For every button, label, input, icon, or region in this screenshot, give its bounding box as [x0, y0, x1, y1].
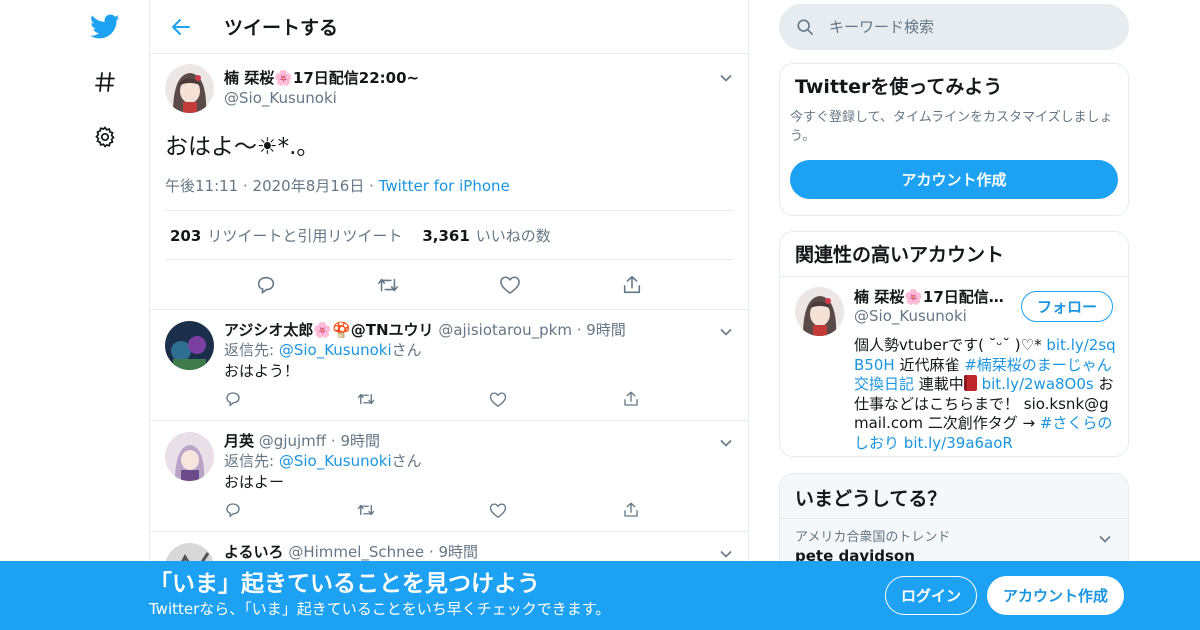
related-bio: 個人勢vtuberです( ˘ᵕ˘ )♡* bit.ly/2sqB50H 近代麻雀…	[854, 336, 1116, 452]
related-handle[interactable]: @Sio_Kusunoki	[854, 307, 1014, 326]
like-icon[interactable]	[489, 501, 507, 519]
bio-link[interactable]: bit.ly/2wa8O0s	[982, 375, 1094, 393]
share-icon[interactable]	[622, 390, 640, 408]
signup-banner: 「いま」起きていることを見つけよう Twitterなら、「いま」起きていることを…	[0, 561, 1200, 630]
chevron-down-icon[interactable]	[719, 324, 733, 338]
chevron-down-icon[interactable]	[1098, 531, 1112, 545]
reply-to-link[interactable]: @Sio_Kusunoki	[279, 341, 392, 359]
search-icon	[795, 17, 815, 37]
reply-icon[interactable]	[255, 274, 277, 296]
reply-icon[interactable]	[224, 390, 242, 408]
reply-time[interactable]: 9時間	[340, 432, 380, 450]
search-input[interactable]	[829, 18, 1089, 36]
retweet-icon[interactable]	[357, 501, 375, 519]
reply-author-handle[interactable]: @Himmel_Schnee	[288, 543, 424, 561]
tweet-source[interactable]: Twitter for iPhone	[379, 177, 510, 195]
right-sidebar: Twitterを使ってみよう 今すぐ登録して、タイムラインをカスタマイズしましょ…	[779, 0, 1129, 573]
reply-text: おはよう！	[224, 362, 300, 380]
related-title: 関連性の高いアカウント	[795, 244, 1005, 266]
tweet-stats: 203 リツイートと引用リツイート 3,361 いいねの数	[165, 210, 733, 260]
retweet-icon[interactable]	[357, 390, 375, 408]
back-arrow-icon[interactable]	[170, 16, 192, 38]
reply-time[interactable]: 9時間	[586, 321, 626, 339]
chevron-down-icon[interactable]	[719, 70, 733, 84]
book-emoji-icon	[963, 375, 977, 391]
follow-button[interactable]: フォロー	[1021, 291, 1113, 322]
like-icon[interactable]	[489, 390, 507, 408]
banner-subtitle: Twitterなら、「いま」起きていることをいち早くチェックできます。	[149, 600, 611, 618]
reply-author-name[interactable]: 月英	[224, 432, 254, 450]
reply-text: おはよー	[224, 473, 285, 491]
bio-link[interactable]: bit.ly/39a6aoR	[904, 434, 1013, 452]
reply-author-name[interactable]: よるいろ	[224, 543, 284, 561]
retweet-icon[interactable]	[377, 274, 399, 296]
reply-tweet[interactable]: アジシオ太郎🌸🍄@TNユウリ @ajisiotarou_pkm · 9時間 返信…	[150, 310, 748, 421]
reply-to-link[interactable]: @Sio_Kusunoki	[279, 452, 392, 470]
trends-title: いまどうしてる？	[780, 474, 1128, 519]
chevron-down-icon[interactable]	[719, 546, 733, 560]
twitter-logo-icon[interactable]	[90, 12, 120, 42]
author-handle[interactable]: @Sio_Kusunoki	[224, 88, 419, 108]
reply-header: アジシオ太郎🌸🍄@TNユウリ @ajisiotarou_pkm · 9時間	[224, 321, 626, 339]
banner-title: 「いま」起きていることを見つけよう	[149, 571, 540, 597]
related-account[interactable]: 楠 栞桜🌸17日配信2... @Sio_Kusunoki フォロー 個人勢vtu…	[780, 277, 1128, 463]
main-column: ツイートする 楠 栞桜🌸17日配信22:00~ @Sio_Kusunoki おは…	[149, 0, 749, 630]
signup-card: Twitterを使ってみよう 今すぐ登録して、タイムラインをカスタマイズしましょ…	[779, 63, 1129, 216]
like-icon[interactable]	[499, 274, 521, 296]
share-icon[interactable]	[622, 501, 640, 519]
login-button[interactable]: ログイン	[885, 576, 977, 615]
reply-author-handle[interactable]: @gjujmff	[259, 432, 326, 450]
reply-to: 返信先: @Sio_Kusunokiさん	[224, 341, 422, 359]
tweet-meta: 午後11:11 · 2020年8月16日 · Twitter for iPhon…	[165, 177, 510, 195]
chevron-down-icon[interactable]	[719, 435, 733, 449]
related-accounts-card: 関連性の高いアカウント 楠 栞桜🌸17日配信2... @Sio_Kusunoki…	[779, 231, 1129, 457]
focused-tweet: 楠 栞桜🌸17日配信22:00~ @Sio_Kusunoki おはよ〜☀*.。 …	[150, 54, 748, 310]
avatar[interactable]	[165, 321, 214, 370]
hashtag-icon[interactable]	[90, 67, 120, 97]
reply-author-handle[interactable]: @ajisiotarou_pkm	[438, 321, 572, 339]
page-title: ツイートする	[224, 17, 339, 39]
reply-tweet[interactable]: 月英 @gjujmff · 9時間 返信先: @Sio_Kusunokiさん お…	[150, 421, 748, 532]
reply-icon[interactable]	[224, 501, 242, 519]
retweet-stat[interactable]: 203 リツイートと引用リツイート	[170, 225, 402, 246]
related-name[interactable]: 楠 栞桜🌸17日配信2...	[854, 287, 1014, 307]
reply-to: 返信先: @Sio_Kusunokiさん	[224, 452, 422, 470]
tweet-time[interactable]: 午後11:11	[165, 177, 238, 195]
reply-author-name[interactable]: アジシオ太郎🌸🍄@TNユウリ	[224, 321, 434, 339]
search-box[interactable]	[779, 4, 1129, 50]
banner-signup-button[interactable]: アカウント作成	[987, 576, 1124, 615]
left-nav	[0, 0, 150, 630]
reply-time[interactable]: 9時間	[438, 543, 478, 561]
signup-card-title: Twitterを使ってみよう	[795, 76, 1003, 98]
reply-actions	[224, 501, 640, 519]
reply-header: 月英 @gjujmff · 9時間	[224, 432, 380, 450]
gear-icon[interactable]	[90, 122, 120, 152]
trends-card: いまどうしてる？ アメリカ合衆国のトレンド pete davidson	[779, 473, 1129, 573]
avatar[interactable]	[795, 287, 844, 336]
tweet-text: おはよ〜☀*.。	[165, 134, 320, 160]
avatar[interactable]	[165, 64, 214, 113]
share-icon[interactable]	[621, 274, 643, 296]
signup-card-desc: 今すぐ登録して、タイムラインをカスタマイズしましょう。	[790, 110, 1113, 144]
tweet-date[interactable]: 2020年8月16日	[253, 177, 365, 195]
tweet-actions	[165, 260, 733, 309]
reply-actions	[224, 390, 640, 408]
trend-location: アメリカ合衆国のトレンド	[795, 530, 951, 545]
like-stat[interactable]: 3,361 いいねの数	[422, 225, 550, 246]
author-name[interactable]: 楠 栞桜🌸17日配信22:00~	[224, 68, 419, 88]
create-account-button[interactable]: アカウント作成	[790, 160, 1118, 199]
reply-header: よるいろ @Himmel_Schnee · 9時間	[224, 543, 479, 561]
avatar[interactable]	[165, 432, 214, 481]
main-header: ツイートする	[150, 0, 748, 54]
